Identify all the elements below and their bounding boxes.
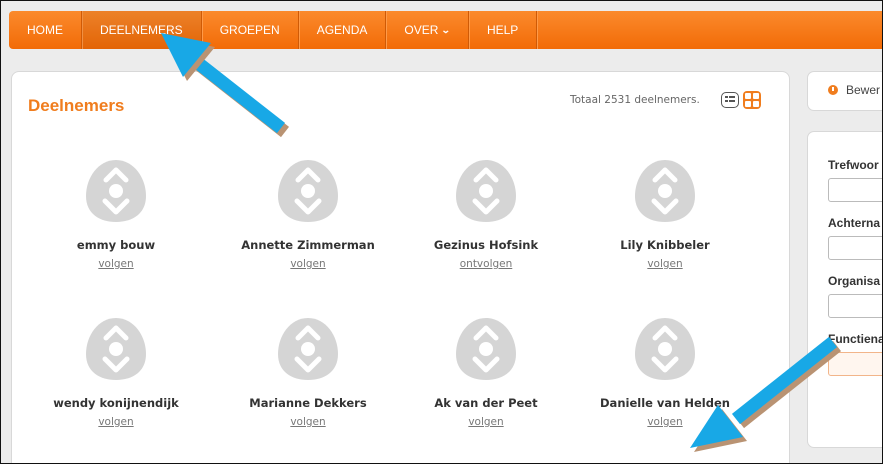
participant-card: Marianne Dekkers volgen xyxy=(218,316,398,429)
participant-name[interactable]: Gezinus Hofsink xyxy=(396,238,576,252)
avatar-placeholder-icon[interactable] xyxy=(454,158,518,224)
nav-over[interactable]: OVER ⌄ xyxy=(386,11,469,49)
participant-card: Danielle van Helden volgen xyxy=(575,316,755,429)
filter-label-functienaam: Functiena xyxy=(828,332,883,346)
chevron-down-icon: ⌄ xyxy=(441,25,452,35)
nav-home[interactable]: HOME xyxy=(9,11,82,49)
functienaam-input[interactable] xyxy=(828,352,882,376)
follow-link[interactable]: volgen xyxy=(98,416,133,428)
follow-link[interactable]: volgen xyxy=(290,258,325,270)
participant-card: emmy bouw volgen xyxy=(26,158,206,271)
avatar-placeholder-icon[interactable] xyxy=(633,158,697,224)
nav-groepen-label: GROEPEN xyxy=(219,23,280,37)
grid-view-icon[interactable] xyxy=(743,91,761,109)
filter-label-achternaam: Achterna xyxy=(828,216,881,230)
nav-help-label: HELP xyxy=(486,23,519,37)
follow-link[interactable]: volgen xyxy=(647,258,682,270)
nav-deelnemers[interactable]: DEELNEMERS xyxy=(82,11,202,49)
avatar-placeholder-icon[interactable] xyxy=(276,316,340,382)
follow-link[interactable]: volgen xyxy=(290,416,325,428)
nav-home-label: HOME xyxy=(27,23,63,37)
participant-card: Lily Knibbeler volgen xyxy=(575,158,755,271)
participant-name[interactable]: Annette Zimmerman xyxy=(218,238,398,252)
nav-deelnemers-label: DEELNEMERS xyxy=(100,23,183,37)
nav-agenda[interactable]: AGENDA xyxy=(299,11,387,49)
participant-name[interactable]: Lily Knibbeler xyxy=(575,238,755,252)
filter-label-organisatie: Organisa xyxy=(828,274,881,288)
nav-over-label: OVER xyxy=(404,23,439,37)
organisatie-input[interactable] xyxy=(828,294,882,318)
achternaam-input[interactable] xyxy=(828,236,882,260)
nav-help[interactable]: HELP xyxy=(469,11,538,49)
app-window: HOME DEELNEMERS GROEPEN AGENDA OVER ⌄ HEL… xyxy=(0,0,883,464)
avatar-placeholder-icon[interactable] xyxy=(633,316,697,382)
participant-card: Gezinus Hofsink ontvolgen xyxy=(396,158,576,271)
avatar-placeholder-icon[interactable] xyxy=(454,316,518,382)
follow-link[interactable]: volgen xyxy=(98,258,133,270)
total-count: Totaal 2531 deelnemers. xyxy=(570,94,700,106)
nav-agenda-label: AGENDA xyxy=(316,23,368,37)
nav-groepen[interactable]: GROEPEN xyxy=(202,11,299,49)
participant-name[interactable]: Danielle van Helden xyxy=(575,396,755,410)
filter-panel: Trefwoor Achterna Organisa Functiena xyxy=(807,131,883,448)
follow-link[interactable]: volgen xyxy=(647,416,682,428)
participant-card: wendy konijnendijk volgen xyxy=(26,316,206,429)
edit-icon xyxy=(828,85,838,95)
participant-name[interactable]: emmy bouw xyxy=(26,238,206,252)
avatar-placeholder-icon[interactable] xyxy=(84,316,148,382)
edit-button[interactable]: Bewer xyxy=(807,71,882,111)
participants-panel: Deelnemers Totaal 2531 deelnemers. emmy … xyxy=(11,71,790,463)
filter-label-trefwoord: Trefwoor xyxy=(828,158,879,172)
trefwoord-input[interactable] xyxy=(828,178,882,202)
participant-name[interactable]: wendy konijnendijk xyxy=(26,396,206,410)
main-nav: HOME DEELNEMERS GROEPEN AGENDA OVER ⌄ HEL… xyxy=(9,11,882,49)
follow-link[interactable]: volgen xyxy=(468,416,503,428)
participant-name[interactable]: Ak van der Peet xyxy=(396,396,576,410)
avatar-placeholder-icon[interactable] xyxy=(84,158,148,224)
edit-button-label: Bewer xyxy=(846,83,881,97)
list-view-icon[interactable] xyxy=(721,92,739,108)
unfollow-link[interactable]: ontvolgen xyxy=(460,258,513,270)
participant-card: Annette Zimmerman volgen xyxy=(218,158,398,271)
participant-card: Ak van der Peet volgen xyxy=(396,316,576,429)
participant-name[interactable]: Marianne Dekkers xyxy=(218,396,398,410)
avatar-placeholder-icon[interactable] xyxy=(276,158,340,224)
page-title: Deelnemers xyxy=(28,96,125,115)
